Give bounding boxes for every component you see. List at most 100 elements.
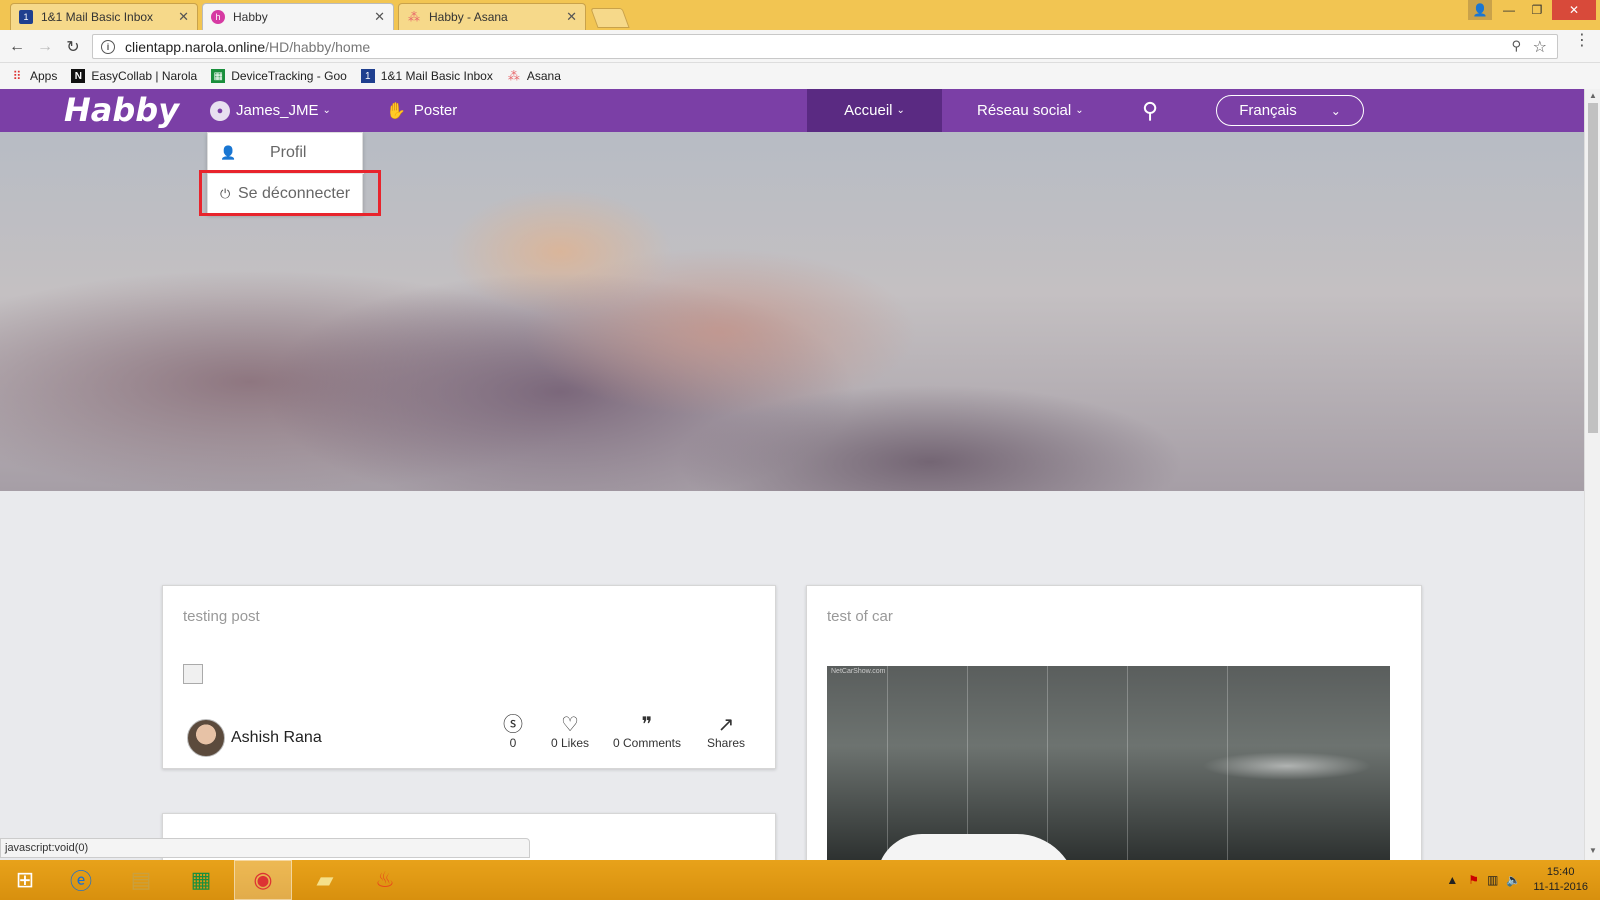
tab-title: Habby bbox=[233, 10, 268, 24]
tab-mail[interactable]: 1 1&1 Mail Basic Inbox ✕ bbox=[10, 3, 198, 30]
asana-icon: ⁂ bbox=[408, 10, 420, 24]
post-card: test of car NetCarShow.com bbox=[806, 585, 1422, 860]
language-label: Français bbox=[1239, 102, 1297, 119]
store-icon[interactable]: ▦ bbox=[172, 860, 230, 900]
author-name[interactable]: Ashish Rana bbox=[231, 729, 322, 747]
pin-icon[interactable]: ⚲ bbox=[1511, 38, 1521, 54]
chrome-menu-icon[interactable]: ⋮ bbox=[1574, 33, 1590, 49]
reseau-social-menu[interactable]: Réseau social ⌄ bbox=[977, 89, 1084, 132]
search-icon[interactable]: ⚲ bbox=[1142, 89, 1158, 132]
like-button[interactable]: ♡ 0 Likes bbox=[545, 714, 595, 750]
bookmark-easycollab[interactable]: N EasyCollab | Narola bbox=[71, 69, 197, 83]
bookmark-devicetracking[interactable]: ▦ DeviceTracking - Goo bbox=[211, 69, 347, 83]
close-tab-icon[interactable]: ✕ bbox=[566, 9, 577, 25]
windows-start-icon[interactable]: ⊞ bbox=[0, 860, 50, 900]
bookmark-mail[interactable]: 1 1&1 Mail Basic Inbox bbox=[360, 69, 493, 83]
bookmark-asana[interactable]: ⁂ Asana bbox=[507, 69, 561, 83]
browser-toolbar: ← → ↻ i clientapp.narola.online/HD/habby… bbox=[0, 30, 1600, 63]
asana-icon: ⁂ bbox=[507, 69, 520, 83]
scroll-down-icon[interactable]: ▼ bbox=[1585, 846, 1600, 858]
forward-icon[interactable]: → bbox=[34, 36, 56, 58]
hand-icon: ✋ bbox=[386, 102, 406, 120]
habby-logo[interactable]: Habby bbox=[64, 91, 179, 129]
mail-1and1-icon: 1 bbox=[360, 69, 375, 83]
bookmark-label: EasyCollab | Narola bbox=[91, 69, 198, 83]
post-image[interactable]: NetCarShow.com bbox=[827, 666, 1390, 860]
page-scrollbar[interactable]: ▲ ▼ bbox=[1584, 89, 1600, 860]
poster-link[interactable]: ✋ Poster bbox=[386, 89, 457, 132]
post-title: test of car bbox=[827, 608, 893, 625]
post-author[interactable]: Ashish Rana bbox=[187, 719, 322, 757]
chrome-icon[interactable]: ◉ bbox=[234, 860, 292, 900]
clock-time: 15:40 bbox=[1546, 866, 1575, 878]
new-tab-button[interactable] bbox=[590, 8, 630, 28]
internet-explorer-icon[interactable]: ⓔ bbox=[52, 860, 110, 900]
image-column bbox=[887, 666, 888, 860]
reseau-label: Réseau social bbox=[977, 102, 1072, 119]
network-icon[interactable]: ▥ bbox=[1487, 873, 1498, 887]
profile-icon[interactable]: 👤 bbox=[1468, 0, 1492, 20]
back-icon[interactable]: ← bbox=[6, 36, 28, 58]
show-hidden-icons-icon[interactable]: ▲ bbox=[1446, 873, 1458, 887]
comment-button[interactable]: ❞ 0 Comments bbox=[609, 714, 685, 750]
heart-icon: ♡ bbox=[561, 714, 579, 736]
bookmark-star-icon[interactable]: ☆ bbox=[1533, 37, 1547, 57]
page-viewport: Habby ● James_JME ⌄ ✋ Poster Accueil ⌄ R… bbox=[0, 89, 1584, 860]
browser-status-bar: javascript:void(0) bbox=[0, 838, 530, 858]
bookmarks-bar: ⠿ Apps N EasyCollab | Narola ▦ DeviceTra… bbox=[0, 63, 1600, 89]
reload-icon[interactable]: ↻ bbox=[62, 36, 84, 58]
sticky-notes-icon[interactable]: ▰ bbox=[296, 860, 354, 900]
language-select[interactable]: Français ⌄ bbox=[1216, 95, 1364, 126]
chevron-down-icon: ⌄ bbox=[1330, 103, 1341, 118]
file-explorer-icon[interactable]: ▤ bbox=[112, 860, 170, 900]
money-count: 0 bbox=[509, 736, 517, 750]
share-icon: ↗ bbox=[717, 714, 735, 736]
close-window-icon[interactable]: ✕ bbox=[1552, 0, 1596, 20]
close-tab-icon[interactable]: ✕ bbox=[374, 9, 385, 25]
likes-count: 0 Likes bbox=[550, 736, 590, 750]
close-tab-icon[interactable]: ✕ bbox=[178, 9, 189, 25]
bookmark-label: 1&1 Mail Basic Inbox bbox=[380, 69, 493, 83]
user-name: James_JME bbox=[236, 102, 319, 119]
tab-habby[interactable]: h Habby ✕ bbox=[202, 3, 394, 30]
comments-count: 0 Comments bbox=[612, 736, 682, 750]
post-card: testing post Ashish Rana ⓢ 0 ♡ 0 Likes ❞… bbox=[162, 585, 776, 769]
image-column bbox=[1047, 666, 1048, 860]
restore-icon[interactable]: ❐ bbox=[1524, 0, 1550, 20]
user-avatar-icon: ● bbox=[210, 100, 230, 121]
accueil-menu[interactable]: Accueil ⌄ bbox=[807, 89, 942, 132]
sheets-icon: ▦ bbox=[211, 69, 226, 83]
piggy-bank-icon: ⓢ bbox=[503, 714, 523, 736]
poster-label: Poster bbox=[413, 102, 458, 119]
bookmark-apps[interactable]: ⠿ Apps bbox=[10, 69, 58, 83]
action-center-icon[interactable]: ⚑ bbox=[1468, 873, 1479, 887]
scroll-up-icon[interactable]: ▲ bbox=[1585, 91, 1600, 103]
main-navbar: Habby ● James_JME ⌄ ✋ Poster Accueil ⌄ R… bbox=[0, 89, 1584, 132]
tab-asana[interactable]: ⁂ Habby - Asana ✕ bbox=[398, 3, 586, 30]
scrollbar-thumb[interactable] bbox=[1588, 103, 1598, 433]
app-flame-icon[interactable]: ♨ bbox=[356, 860, 414, 900]
money-stat[interactable]: ⓢ 0 bbox=[493, 714, 533, 750]
image-column bbox=[1227, 666, 1228, 860]
user-menu-toggle[interactable]: ● James_JME ⌄ bbox=[210, 89, 331, 132]
url-path: /HD/habby/home bbox=[265, 38, 371, 55]
image-column bbox=[967, 666, 968, 860]
habby-icon: h bbox=[211, 10, 225, 24]
share-button[interactable]: ↗ Shares bbox=[705, 714, 747, 750]
menu-item-profil[interactable]: 👤 Profil bbox=[208, 133, 364, 173]
taskbar-clock[interactable]: 15:40 11-11-2016 bbox=[1533, 865, 1588, 895]
volume-icon[interactable]: 🔈 bbox=[1506, 873, 1521, 887]
minimize-icon[interactable]: — bbox=[1496, 0, 1522, 20]
post-title: testing post bbox=[183, 608, 260, 625]
broken-image-icon bbox=[183, 664, 203, 684]
chevron-down-icon: ⌄ bbox=[322, 105, 331, 116]
clock-date: 11-11-2016 bbox=[1533, 881, 1588, 893]
info-icon[interactable]: i bbox=[101, 39, 115, 54]
tab-title: Habby - Asana bbox=[429, 10, 508, 24]
windows-taskbar: ⊞ ⓔ ▤ ▦ ◉ ▰ ♨ ▲ ⚑ ▥ 🔈 15:40 11-11-2016 bbox=[0, 860, 1600, 900]
mail-1and1-icon: 1 bbox=[19, 10, 33, 24]
easycollab-icon: N bbox=[71, 69, 86, 83]
chevron-down-icon: ⌄ bbox=[1075, 105, 1084, 116]
author-avatar[interactable] bbox=[187, 719, 225, 757]
address-bar[interactable]: i clientapp.narola.online/HD/habby/home … bbox=[92, 34, 1558, 59]
